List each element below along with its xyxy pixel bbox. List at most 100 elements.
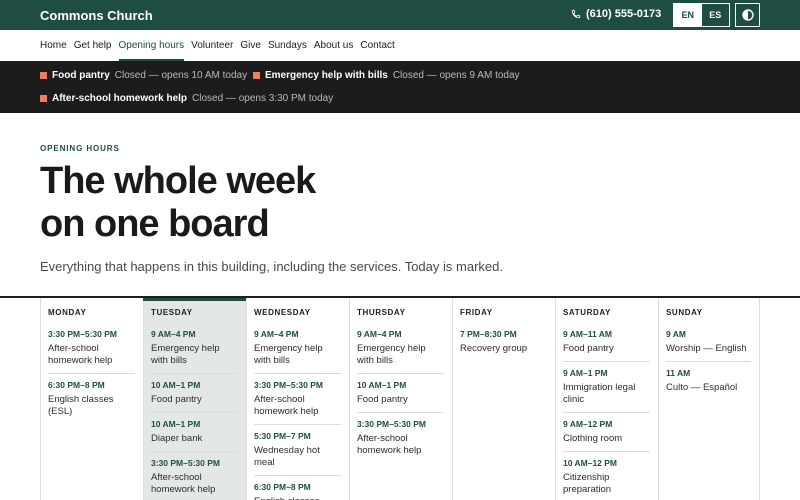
- schedule-service-name: After-school homework help: [151, 472, 216, 495]
- status-service-name: Emergency help with bills: [265, 70, 388, 81]
- schedule-item[interactable]: 9 AM–4 PM Emergency help with bills: [151, 329, 238, 374]
- schedule-item[interactable]: 3:30 PM–5:30 PM After-school homework hel…: [357, 419, 444, 463]
- schedule-service-name: After-school homework help: [254, 394, 319, 417]
- schedule-time: 9 AM–12 PM: [563, 419, 613, 429]
- nav-get-help[interactable]: Get help: [74, 30, 112, 61]
- schedule-service-name: Food pantry: [151, 394, 202, 405]
- schedule-time: 3:30 PM–5:30 PM: [48, 329, 117, 339]
- schedule-item[interactable]: 3:30 PM–5:30 PM After-school homework hel…: [254, 380, 341, 425]
- page-eyebrow: OPENING HOURS: [40, 144, 120, 153]
- status-text: Closed — opens 9 AM today: [392, 70, 520, 81]
- schedule-time: 6:30 PM–8 PM: [254, 482, 311, 492]
- schedule-time: 10 AM–1 PM: [151, 419, 201, 429]
- schedule-time: 10 AM–1 PM: [151, 380, 201, 390]
- nav-volunteer[interactable]: Volunteer: [191, 30, 233, 61]
- schedule-item[interactable]: 9 AM–1 PM Immigration legal clinic: [563, 368, 650, 413]
- schedule-item[interactable]: 3:30 PM–5:30 PM After-school homework hel…: [48, 329, 135, 374]
- schedule-time: 3:30 PM–5:30 PM: [254, 380, 323, 390]
- schedule-time: 9 AM–4 PM: [357, 329, 402, 339]
- schedule-item[interactable]: 6:30 PM–8 PM English classes: [254, 482, 341, 500]
- nav-sundays[interactable]: Sundays: [268, 30, 307, 61]
- site-brand[interactable]: Commons Church: [40, 8, 153, 23]
- day-heading: MONDAY: [48, 308, 87, 317]
- nav-give[interactable]: Give: [240, 30, 261, 61]
- schedule-time: 9 AM–1 PM: [563, 368, 608, 378]
- nav-opening-hours[interactable]: Opening hours: [118, 30, 184, 61]
- schedule-service-name: Wednesday hot meal: [254, 445, 320, 468]
- schedule-item[interactable]: 9 AM–11 AM Food pantry: [563, 329, 650, 362]
- nav-home[interactable]: Home: [40, 30, 67, 61]
- day-column-sunday: SUNDAY 9 AM Worship — English 11 AM Culto — …: [658, 298, 760, 500]
- schedule-service-name: After-school homework help: [48, 343, 113, 366]
- phone-link[interactable]: (610) 555-0173: [571, 8, 661, 20]
- status-text: Closed — opens 10 AM today: [114, 70, 248, 81]
- nav-about-us[interactable]: About us: [314, 30, 353, 61]
- phone-number: (610) 555-0173: [586, 8, 662, 20]
- schedule-service-name: Clothing room: [563, 433, 623, 444]
- status-item[interactable]: Food pantry Closed — opens 10 AM today: [40, 70, 247, 81]
- lang-es-button[interactable]: ES: [701, 4, 729, 26]
- schedule-time: 6:30 PM–8 PM: [48, 380, 105, 390]
- contrast-toggle-icon: [741, 9, 754, 21]
- schedule-time: 9 AM–4 PM: [151, 329, 196, 339]
- lang-en-button[interactable]: EN: [674, 4, 702, 26]
- schedule-item[interactable]: 9 AM–4 PM Emergency help with bills: [357, 329, 444, 374]
- schedule-item[interactable]: 9 AM–12 PM Clothing room: [563, 419, 650, 452]
- page-subtitle: Everything that happens in this building…: [40, 259, 503, 274]
- schedule-time: 3:30 PM–5:30 PM: [357, 419, 426, 429]
- schedule-item[interactable]: 9 AM Worship — English: [666, 329, 751, 362]
- day-column-wednesday: WEDNESDAY 9 AM–4 PM Emergency help with bi…: [246, 298, 349, 500]
- schedule-service-name: Food pantry: [563, 343, 614, 354]
- schedule-item[interactable]: 10 AM–1 PM Food pantry: [357, 380, 444, 413]
- status-item[interactable]: Emergency help with bills Closed — opens…: [253, 70, 520, 81]
- schedule-service-name: Emergency help with bills: [254, 343, 323, 366]
- schedule-time: 10 AM–1 PM: [357, 380, 407, 390]
- schedule-service-name: Culto — Español: [666, 382, 738, 393]
- day-heading: SUNDAY: [666, 308, 703, 317]
- schedule-time: 5:30 PM–7 PM: [254, 431, 311, 441]
- schedule-service-name: Worship — English: [666, 343, 747, 354]
- nav-contact[interactable]: Contact: [360, 30, 394, 61]
- contrast-toggle-button[interactable]: [735, 3, 760, 27]
- schedule-item[interactable]: 3:30 PM–5:30 PM After-school homework hel…: [151, 458, 238, 500]
- schedule-item[interactable]: 10 AM–1 PM Diaper bank: [151, 419, 238, 452]
- day-heading: WEDNESDAY: [254, 308, 311, 317]
- schedule-item[interactable]: 9 AM–4 PM Emergency help with bills: [254, 329, 341, 374]
- schedule-item[interactable]: 6:30 PM–8 PM English classes (ESL): [48, 380, 135, 424]
- main-nav: Home Get help Opening hours Volunteer Give Su…: [0, 30, 800, 61]
- status-item[interactable]: After-school homework help Closed — open…: [40, 93, 333, 104]
- status-square-icon: [40, 72, 47, 79]
- schedule-time: 11 AM: [666, 368, 691, 378]
- day-heading: TUESDAY: [151, 308, 193, 317]
- schedule-item[interactable]: 10 AM–12 PM Citizenship preparation: [563, 458, 650, 500]
- status-square-icon: [253, 72, 260, 79]
- schedule-service-name: Emergency help with bills: [151, 343, 220, 366]
- service-status-bar: Food pantry Closed — opens 10 AM today E…: [0, 61, 800, 113]
- schedule-service-name: Food pantry: [357, 394, 408, 405]
- schedule-time: 3:30 PM–5:30 PM: [151, 458, 220, 468]
- day-heading: FRIDAY: [460, 308, 493, 317]
- day-heading: THURSDAY: [357, 308, 406, 317]
- page-title: The whole week on one board: [40, 160, 316, 246]
- week-board: MONDAY 3:30 PM–5:30 PM After-school homewo…: [0, 296, 800, 500]
- page-title-line-1: The whole week: [40, 160, 316, 202]
- day-column-monday: MONDAY 3:30 PM–5:30 PM After-school homewo…: [40, 298, 143, 500]
- schedule-item[interactable]: 11 AM Culto — Español: [666, 368, 751, 400]
- status-text: Closed — opens 3:30 PM today: [192, 93, 334, 104]
- day-column-friday: FRIDAY 7 PM–8:30 PM Recovery group: [452, 298, 555, 500]
- page-title-line-2: on one board: [40, 203, 270, 245]
- schedule-time: 10 AM–12 PM: [563, 458, 618, 468]
- schedule-item[interactable]: 10 AM–1 PM Food pantry: [151, 380, 238, 413]
- site-header: Commons Church (610) 555-0173 EN ES: [0, 0, 800, 30]
- status-service-name: Food pantry: [52, 70, 110, 81]
- schedule-item[interactable]: 7 PM–8:30 PM Recovery group: [460, 329, 547, 361]
- schedule-service-name: Emergency help with bills: [357, 343, 426, 366]
- day-column-saturday: SATURDAY 9 AM–11 AM Food pantry 9 AM–1 PM Im…: [555, 298, 658, 500]
- schedule-item[interactable]: 5:30 PM–7 PM Wednesday hot meal: [254, 431, 341, 476]
- schedule-service-name: English classes: [254, 496, 341, 500]
- schedule-service-name: After-school homework help: [357, 433, 422, 456]
- status-service-name: After-school homework help: [52, 93, 188, 104]
- schedule-service-name: English classes (ESL): [48, 394, 114, 417]
- day-column-thursday: THURSDAY 9 AM–4 PM Emergency help with bil…: [349, 298, 452, 500]
- schedule-time: 9 AM–11 AM: [563, 329, 612, 339]
